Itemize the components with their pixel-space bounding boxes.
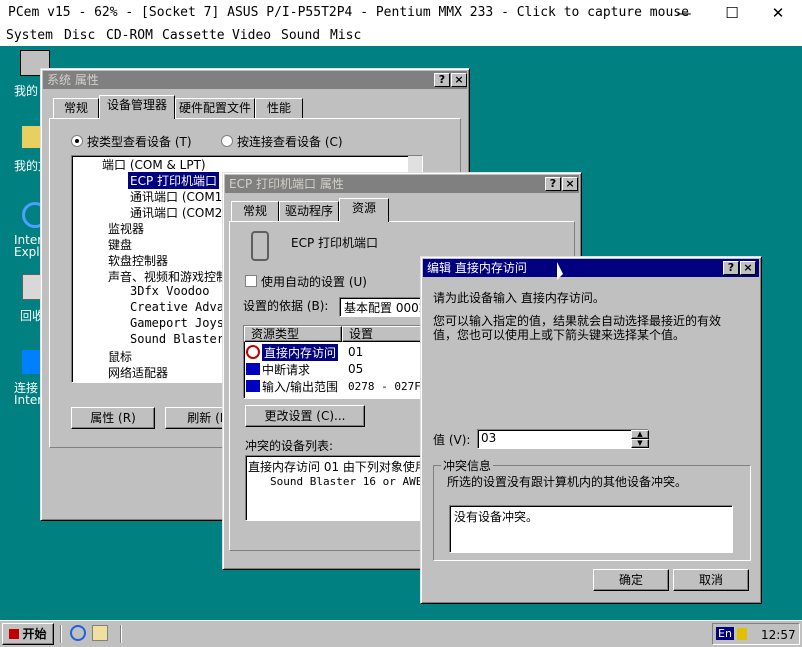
- windows-logo-icon: [9, 629, 20, 639]
- ok-button[interactable]: 确定: [593, 569, 669, 591]
- spin-down-button[interactable]: ▼: [631, 439, 649, 448]
- host-menubar: System Disc CD-ROM Cassette Video Sound …: [0, 27, 802, 46]
- mouse-cursor-icon: [557, 262, 563, 280]
- column-header-setting[interactable]: 设置: [342, 326, 422, 342]
- resource-type[interactable]: 直接内存访问: [262, 344, 339, 361]
- tree-item[interactable]: 软盘控制器: [108, 252, 168, 269]
- tab-general[interactable]: 常规: [231, 201, 279, 221]
- tree-item[interactable]: 网络适配器: [108, 364, 168, 381]
- separator: [60, 625, 62, 643]
- tree-item[interactable]: 通讯端口 (COM2): [130, 204, 227, 221]
- window-title: ECP 打印机端口 属性: [229, 177, 344, 191]
- resource-type[interactable]: 输入/输出范围: [262, 378, 338, 395]
- system-tray: En 12:57: [712, 623, 800, 645]
- resource-setting: 01: [348, 345, 364, 359]
- menu-system[interactable]: System: [6, 28, 53, 43]
- titlebar: 系统 属性: [43, 71, 467, 89]
- close-button[interactable]: ×: [451, 73, 467, 87]
- taskbar: 开始 En 12:57: [0, 620, 802, 647]
- volume-icon[interactable]: [737, 628, 747, 640]
- tab-performance[interactable]: 性能: [255, 98, 303, 118]
- conflict-icon: [246, 345, 260, 359]
- titlebar: 编辑 直接内存访问: [423, 259, 759, 277]
- tab-driver[interactable]: 驱动程序: [279, 201, 339, 221]
- titlebar: ECP 打印机端口 属性: [225, 175, 579, 193]
- tree-item[interactable]: 通讯端口 (COM1): [130, 188, 227, 205]
- window-title: 系统 属性: [47, 73, 99, 87]
- port-icon: [251, 231, 269, 261]
- tree-item-selected[interactable]: ECP 打印机端口: [128, 172, 220, 189]
- tree-item[interactable]: 监视器: [108, 220, 144, 237]
- tab-general[interactable]: 常规: [53, 98, 99, 118]
- irq-icon: [246, 363, 260, 375]
- outlook-quicklaunch-icon[interactable]: [92, 625, 108, 641]
- resource-table[interactable]: 资源类型 设置 直接内存访问 01 中断请求 05 输入/输出范围 0278 -…: [243, 325, 423, 399]
- help-button[interactable]: ?: [434, 73, 450, 87]
- column-header-type[interactable]: 资源类型: [244, 326, 342, 342]
- maximize-button[interactable]: ☐: [712, 4, 752, 24]
- tree-item[interactable]: 端口 (COM & LPT): [102, 156, 206, 173]
- ie-quicklaunch-icon[interactable]: [70, 625, 86, 641]
- host-title: PCem v15 - 62% - [Socket 7] ASUS P/I-P55…: [8, 5, 689, 20]
- desktop-label: 我的: [14, 84, 39, 98]
- language-indicator[interactable]: En: [716, 627, 734, 640]
- start-label: 开始: [22, 627, 47, 641]
- resource-setting: 0278 - 027F: [348, 380, 421, 393]
- edit-dma-dialog: 编辑 直接内存访问 ? × 请为此设备输入 直接内存访问。 您可以输入指定的值，…: [420, 256, 762, 604]
- instruction-line: 值，您也可以使用上或下箭头键来选择某个值。: [433, 328, 686, 342]
- tree-item[interactable]: 键盘: [108, 236, 132, 253]
- menu-cdrom[interactable]: CD-ROM: [106, 28, 153, 43]
- menu-sound[interactable]: Sound: [281, 28, 320, 43]
- help-button[interactable]: ?: [723, 261, 739, 275]
- close-button[interactable]: ✕: [758, 4, 798, 24]
- close-button[interactable]: ×: [562, 177, 578, 191]
- conflict-line: Sound Blaster 16 or AWE-3: [270, 475, 421, 488]
- minimize-button[interactable]: —: [664, 4, 704, 24]
- menu-cassette[interactable]: Cassette: [162, 28, 225, 43]
- auto-settings-checkbox[interactable]: [245, 275, 257, 287]
- value-label: 值 (V):: [433, 433, 471, 447]
- basis-label: 设置的依据 (B):: [243, 299, 329, 313]
- window-title: 编辑 直接内存访问: [427, 261, 527, 275]
- tab-hardware-profiles[interactable]: 硬件配置文件: [175, 98, 255, 118]
- clock[interactable]: 12:57: [761, 628, 796, 642]
- io-icon: [246, 380, 260, 392]
- tree-item[interactable]: 3Dfx Voodoo: [130, 284, 209, 298]
- resource-type[interactable]: 中断请求: [262, 361, 310, 378]
- instruction-line: 请为此设备输入 直接内存访问。: [433, 291, 605, 305]
- menu-video[interactable]: Video: [232, 28, 271, 43]
- conflict-list[interactable]: 直接内存访问 01 由下列对象使用 Sound Blaster 16 or AW…: [245, 455, 421, 521]
- conflict-result-box: 没有设备冲突。: [449, 505, 733, 553]
- conflict-line: 直接内存访问 01 由下列对象使用: [248, 460, 421, 474]
- spin-up-button[interactable]: ▲: [631, 430, 649, 439]
- group-text: 所选的设置没有跟计算机内的其他设备冲突。: [447, 475, 688, 489]
- auto-settings-label: 使用自动的设置 (U): [261, 275, 367, 289]
- help-button[interactable]: ?: [545, 177, 561, 191]
- change-settings-button[interactable]: 更改设置 (C)...: [245, 405, 365, 427]
- tab-device-manager[interactable]: 设备管理器: [99, 95, 175, 119]
- group-title: 冲突信息: [441, 457, 494, 474]
- radio-by-connection[interactable]: [221, 135, 233, 147]
- radio-by-type[interactable]: [71, 135, 83, 147]
- start-button[interactable]: 开始: [2, 623, 54, 645]
- resource-setting: 05: [348, 362, 364, 376]
- close-button[interactable]: ×: [740, 261, 756, 275]
- tab-resources[interactable]: 资源: [339, 198, 389, 222]
- tree-item[interactable]: 鼠标: [108, 348, 132, 365]
- radio-by-type-label: 按类型查看设备 (T): [87, 135, 192, 149]
- cancel-button[interactable]: 取消: [673, 569, 749, 591]
- menu-disc[interactable]: Disc: [64, 28, 95, 43]
- tree-item[interactable]: 声音、视频和游戏控制: [108, 268, 228, 285]
- separator: [120, 625, 122, 643]
- radio-by-connection-label: 按连接查看设备 (C): [237, 135, 343, 149]
- device-name: ECP 打印机端口: [291, 236, 379, 250]
- properties-button[interactable]: 属性 (R): [71, 407, 155, 429]
- conflict-list-label: 冲突的设备列表:: [245, 439, 334, 453]
- value-input[interactable]: 03: [477, 429, 649, 449]
- menu-misc[interactable]: Misc: [330, 28, 361, 43]
- host-titlebar: PCem v15 - 62% - [Socket 7] ASUS P/I-P55…: [0, 0, 802, 27]
- desktop-label: 连接 Inter: [14, 381, 43, 407]
